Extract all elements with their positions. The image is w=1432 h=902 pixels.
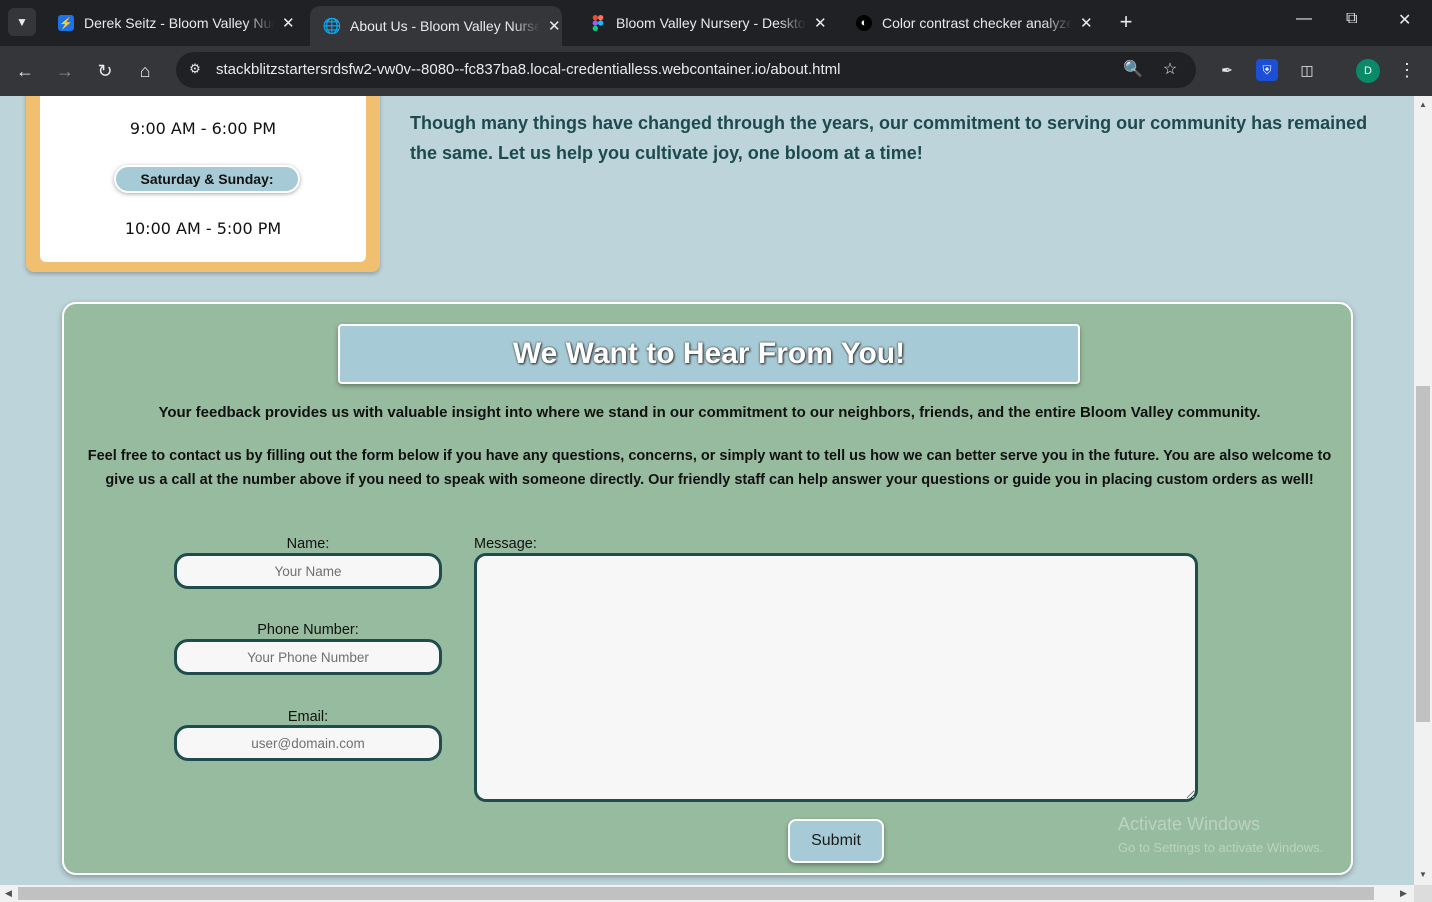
arrow-left-icon: ← (16, 60, 34, 81)
back-button[interactable]: ← (12, 58, 38, 84)
close-icon[interactable]: ✕ (282, 14, 295, 32)
horizontal-scroll-thumb[interactable] (18, 887, 1374, 900)
tab-title: About Us - Bloom Valley Nursery (350, 18, 540, 34)
activate-windows-subtitle: Go to Settings to activate Windows. (1118, 840, 1324, 855)
phone-label: Phone Number: (257, 622, 359, 638)
arrow-right-icon: → (56, 60, 74, 81)
minimize-button[interactable]: — (1296, 10, 1312, 28)
contact-instructions-paragraph: Feel free to contact us by filling out t… (87, 448, 1332, 488)
contact-heading: We Want to Hear From You! (338, 324, 1080, 384)
bookmark-star-icon[interactable]: ☆ (1159, 59, 1181, 81)
email-label: Email: (287, 709, 329, 725)
chevron-down-icon: ▼ (16, 15, 28, 29)
tab-about-us[interactable]: 🌐 About Us - Bloom Valley Nursery ✕ (310, 6, 562, 46)
email-input[interactable] (174, 725, 442, 761)
bolt-icon: ⚡ (58, 15, 74, 31)
plus-icon: + (1119, 9, 1133, 34)
globe-icon: 🌐 (322, 18, 342, 35)
store-hours-inner: 9:00 AM - 6:00 PM Saturday & Sunday: 10:… (40, 96, 366, 262)
extension-pen-icon[interactable]: ✒ (1216, 59, 1238, 81)
name-input[interactable] (174, 553, 442, 589)
name-label: Name: (286, 536, 330, 552)
tab-contrast-checker[interactable]: ◐ Color contrast checker analyzer ✕ (842, 6, 1094, 40)
site-settings-icon[interactable]: ⚙ (186, 61, 204, 79)
contact-section: We Want to Hear From You! Your feedback … (62, 302, 1353, 875)
activate-windows-title: Activate Windows (1118, 814, 1261, 834)
address-bar[interactable]: ⚙ stackblitzstartersrdsfw2-vw0v--8080--f… (176, 52, 1196, 88)
message-textarea[interactable] (474, 553, 1198, 802)
tab-search-button[interactable]: ▼ (8, 8, 36, 36)
contrast-icon: ◐ (856, 15, 872, 31)
close-icon[interactable]: ✕ (814, 14, 827, 32)
shield-icon[interactable]: ⛨ (1256, 59, 1278, 81)
tab-derek-seitz[interactable]: ⚡ Derek Seitz - Bloom Valley Nursery ✕ (44, 6, 296, 40)
browser-toolbar: ← → ↻ ⌂ ⚙ stackblitzstartersrdsfw2-vw0v-… (0, 46, 1432, 96)
scroll-left-icon[interactable]: ◀ (5, 888, 12, 899)
restore-button[interactable]: ⧉ (1346, 10, 1357, 28)
weekday-hours: 9:00 AM - 6:00 PM (129, 119, 277, 138)
horizontal-scrollbar[interactable]: ◀ ▶ (0, 885, 1414, 902)
tab-title: Derek Seitz - Bloom Valley Nursery (84, 15, 274, 31)
profile-avatar[interactable]: D (1356, 59, 1380, 83)
about-closing-text: Though many things have changed through … (410, 113, 1368, 163)
restore-icon: ⧉ (1346, 10, 1358, 27)
new-tab-button[interactable]: + (1114, 10, 1138, 34)
store-hours-card: 9:00 AM - 6:00 PM Saturday & Sunday: 10:… (26, 96, 380, 272)
reload-button[interactable]: ↻ (92, 58, 118, 84)
close-icon: ✕ (1398, 12, 1412, 29)
more-menu-icon[interactable]: ⋮ (1396, 59, 1418, 81)
page-viewport: 9:00 AM - 6:00 PM Saturday & Sunday: 10:… (0, 96, 1414, 885)
phone-input[interactable] (174, 639, 442, 675)
vertical-scrollbar[interactable]: ▲ ▼ (1414, 96, 1432, 885)
message-label: Message: (474, 536, 537, 552)
browser-tab-bar: ▼ ⚡ Derek Seitz - Bloom Valley Nursery ✕… (0, 0, 1432, 46)
tab-title: Color contrast checker analyzer (882, 15, 1072, 31)
minimize-icon: — (1296, 10, 1312, 27)
close-icon[interactable]: ✕ (548, 17, 561, 35)
submit-button[interactable]: Submit (788, 819, 884, 863)
feedback-paragraph: Your feedback provides us with valuable … (158, 404, 1261, 421)
figma-icon (590, 15, 606, 31)
url-text[interactable]: stackblitzstartersrdsfw2-vw0v--8080--fc8… (216, 61, 840, 78)
tab-title: Bloom Valley Nursery - Desktop (616, 15, 806, 31)
weekend-hours: 10:00 AM - 5:00 PM (124, 219, 282, 238)
home-icon: ⌂ (139, 60, 151, 81)
reload-icon: ↻ (97, 60, 113, 81)
tab-figma[interactable]: Bloom Valley Nursery - Desktop ✕ (576, 6, 828, 40)
zoom-icon[interactable]: 🔍 (1122, 59, 1144, 81)
close-window-button[interactable]: ✕ (1398, 10, 1411, 30)
scroll-down-icon[interactable]: ▼ (1414, 870, 1432, 879)
close-icon[interactable]: ✕ (1080, 14, 1093, 32)
extensions-puzzle-icon[interactable]: ◫ (1296, 59, 1318, 81)
vertical-scroll-thumb[interactable] (1416, 386, 1430, 722)
forward-button[interactable]: → (52, 58, 78, 84)
scroll-right-icon[interactable]: ▶ (1400, 888, 1407, 899)
home-button[interactable]: ⌂ (132, 58, 158, 84)
weekend-label: Saturday & Sunday: (114, 165, 300, 193)
scroll-up-icon[interactable]: ▲ (1414, 100, 1432, 109)
scrollbar-corner (1414, 885, 1432, 902)
